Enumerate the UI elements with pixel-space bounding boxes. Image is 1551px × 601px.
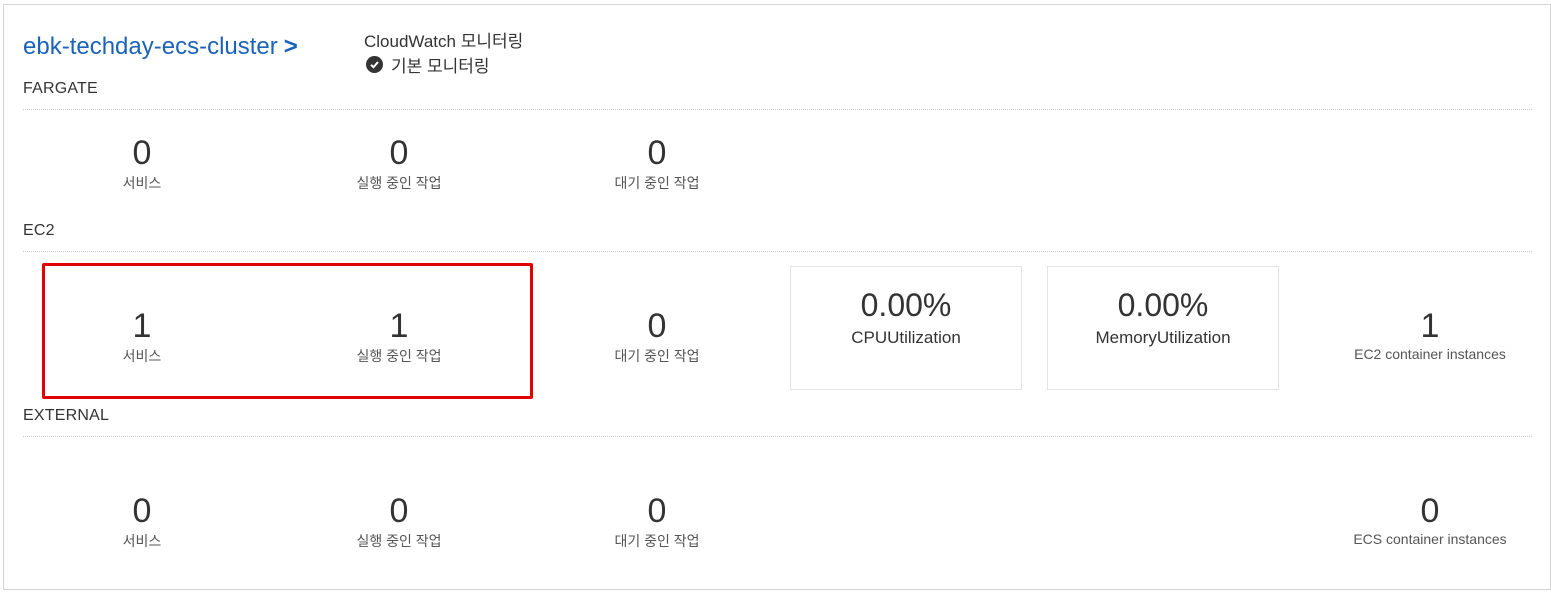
- divider: [23, 251, 1532, 252]
- cluster-arrow: >: [283, 33, 298, 60]
- highlight-box: [42, 263, 533, 399]
- stat-value: 0: [389, 492, 409, 530]
- ecs-container-instances-stat: 0 ECS container instances: [1310, 493, 1550, 547]
- stat-label: 대기 중인 작업: [614, 175, 700, 191]
- stat-value: 1: [1420, 307, 1440, 345]
- metric-label: CPUUtilization: [851, 328, 961, 347]
- stat-label: EC2 container instances: [1354, 346, 1506, 362]
- metric-value: 0.00%: [1117, 287, 1209, 323]
- memory-utilization-metric[interactable]: 0.00% MemoryUtilization: [1047, 266, 1279, 390]
- stat-label: 실행 중인 작업: [356, 175, 442, 191]
- stat-label: 서비스: [122, 175, 162, 191]
- fargate-running-tasks-stat: 0 실행 중인 작업: [279, 135, 519, 193]
- stat-value: 0: [647, 492, 667, 530]
- ec2-pending-tasks-stat: 0 대기 중인 작업: [537, 308, 777, 366]
- stat-value: 0: [132, 492, 152, 530]
- cloudwatch-monitoring-status: 기본 모니터링: [366, 52, 490, 77]
- stat-value: 0: [389, 134, 409, 172]
- external-services-stat: 0 서비스: [22, 493, 262, 551]
- cluster-name-link[interactable]: ebk-techday-ecs-cluster >: [23, 33, 298, 61]
- monitoring-level: 기본 모니터링: [391, 57, 490, 76]
- stat-value: 0: [1420, 492, 1440, 530]
- stat-label: 서비스: [122, 533, 162, 549]
- stat-value: 0: [132, 134, 152, 172]
- metric-value: 0.00%: [860, 287, 952, 323]
- stat-label: 실행 중인 작업: [356, 533, 442, 549]
- stat-value: 0: [647, 134, 667, 172]
- stat-label: 대기 중인 작업: [614, 533, 700, 549]
- divider: [23, 109, 1532, 110]
- external-running-tasks-stat: 0 실행 중인 작업: [279, 493, 519, 551]
- check-circle-icon: [366, 56, 383, 73]
- stat-label: ECS container instances: [1353, 531, 1507, 547]
- cpu-utilization-metric[interactable]: 0.00% CPUUtilization: [790, 266, 1022, 390]
- ec2-container-instances-stat: 1 EC2 container instances: [1310, 308, 1550, 362]
- metric-label: MemoryUtilization: [1095, 328, 1231, 347]
- stat-value: 0: [647, 307, 667, 345]
- section-label-ec2: EC2: [23, 222, 55, 239]
- fargate-services-stat: 0 서비스: [22, 135, 262, 193]
- section-label-fargate: FARGATE: [23, 80, 98, 97]
- external-pending-tasks-stat: 0 대기 중인 작업: [537, 493, 777, 551]
- cloudwatch-monitoring-title: CloudWatch 모니터링: [364, 32, 524, 51]
- divider: [23, 436, 1532, 437]
- stat-label: 대기 중인 작업: [614, 348, 700, 364]
- cluster-name: ebk-techday-ecs-cluster: [23, 33, 278, 60]
- fargate-pending-tasks-stat: 0 대기 중인 작업: [537, 135, 777, 193]
- section-label-external: EXTERNAL: [23, 407, 110, 424]
